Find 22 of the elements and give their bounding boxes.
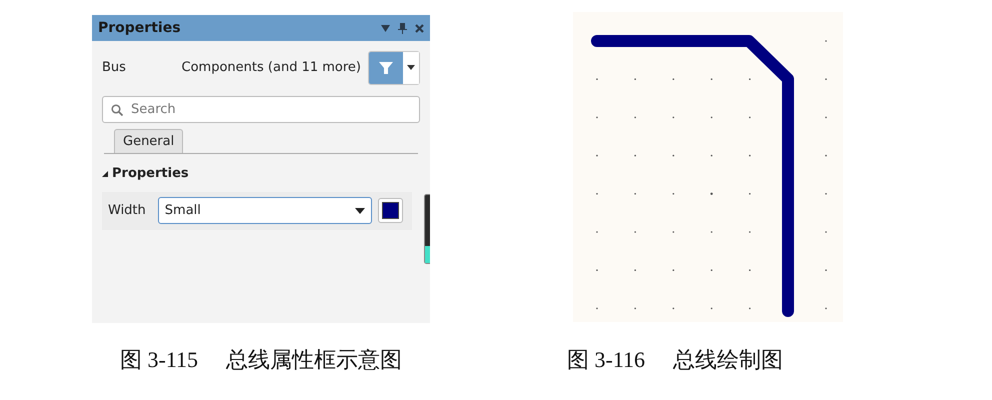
- search-field[interactable]: Search: [102, 96, 420, 123]
- figure-number: 图 3-115: [120, 346, 198, 374]
- filter-icon: [379, 60, 393, 74]
- dropdown-icon[interactable]: [381, 24, 390, 32]
- figure-caption: 总线属性框示意图: [226, 346, 402, 374]
- scrollbar[interactable]: [424, 194, 430, 264]
- section-title[interactable]: Properties: [112, 164, 189, 184]
- object-type-label: Bus: [102, 58, 126, 77]
- caret-icon: [354, 208, 365, 214]
- figure-caption: 总线绘制图: [673, 346, 784, 374]
- tab[interactable]: General: [114, 128, 184, 153]
- panel-title: Properties: [98, 18, 181, 38]
- figure-number: 图 3-116: [567, 346, 646, 374]
- search-icon: [111, 104, 123, 116]
- width-label: Width: [108, 202, 146, 220]
- collapse-icon[interactable]: [102, 170, 108, 177]
- close-icon[interactable]: [415, 24, 424, 32]
- caret-icon: [407, 65, 415, 70]
- filter-label: Components (and 11 more): [182, 58, 361, 77]
- color-button[interactable]: [378, 198, 403, 223]
- pin-icon[interactable]: [398, 22, 407, 34]
- width-dropdown[interactable]: Small: [158, 197, 372, 224]
